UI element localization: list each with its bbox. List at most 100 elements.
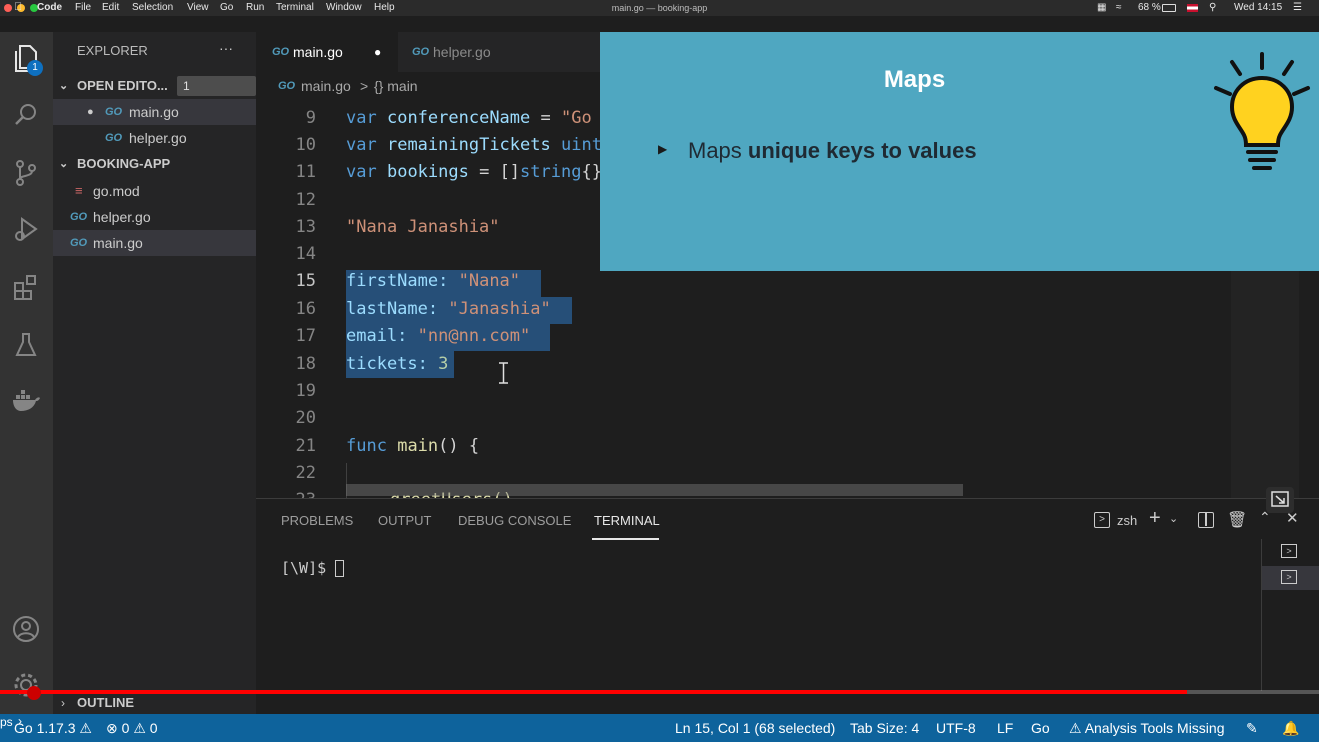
end-of-line[interactable]: LF	[997, 714, 1013, 742]
project-label: BOOKING-APP	[77, 156, 171, 171]
tab-size[interactable]: Tab Size: 4	[850, 714, 919, 742]
open-editor-name: helper.go	[129, 130, 187, 146]
breadcrumb-symbol[interactable]: {} main	[374, 72, 418, 100]
tab-problems[interactable]: PROBLEMS	[281, 513, 353, 528]
line-number: 9	[305, 108, 316, 128]
terminal-prompt[interactable]: [\W]$	[281, 559, 345, 577]
explorer-more-icon[interactable]: ···	[219, 40, 233, 56]
slide-bullet-rest: unique keys to values	[747, 138, 977, 163]
breadcrumb-separator: >	[360, 78, 369, 94]
open-editors-label: OPEN EDITO...	[77, 78, 168, 93]
line-number: 16	[295, 299, 316, 319]
split-terminal-icon[interactable]	[1198, 512, 1214, 528]
mac-menubar:  Code File Edit Selection View Go Run T…	[0, 0, 1319, 16]
terminal-icon: >	[1281, 570, 1297, 584]
keyboard-flag-icon[interactable]	[1187, 4, 1198, 12]
terminal-list-item[interactable]: >	[1262, 540, 1319, 564]
analysis-tools-text: Analysis Tools Missing	[1084, 720, 1225, 736]
lesson-slide-overlay: Maps ▶ Maps unique keys to values	[600, 32, 1319, 271]
run-debug-icon[interactable]	[9, 212, 43, 246]
breadcrumb-file[interactable]: main.go	[301, 72, 351, 100]
problems-indicator[interactable]: ⊗ 0 ⚠ 0	[106, 714, 158, 742]
file-item-main-go[interactable]: GO main.go	[53, 230, 256, 256]
explorer-title: EXPLORER	[77, 43, 148, 58]
keyword: var	[346, 108, 377, 128]
tab-main-go[interactable]: GO main.go ●	[256, 32, 398, 72]
analysis-tools[interactable]: ⚠ Analysis Tools Missing	[1069, 714, 1224, 742]
error-count: 0	[121, 720, 130, 736]
go-file-icon: GO	[70, 211, 88, 223]
code-line-17: email: "nn@nn.com"	[346, 326, 530, 346]
encoding[interactable]: UTF-8	[936, 714, 976, 742]
file-name: go.mod	[93, 183, 140, 199]
warning-icon: ⚠	[1069, 720, 1082, 736]
search-icon[interactable]	[9, 98, 43, 132]
tab-label: main.go	[293, 44, 343, 60]
terminal-icon[interactable]: >	[1094, 512, 1110, 528]
line-number: 22	[295, 463, 316, 483]
docker-icon[interactable]	[9, 384, 43, 418]
source-control-icon[interactable]	[9, 156, 43, 190]
file-item-helper-go[interactable]: GO helper.go	[53, 204, 256, 230]
mouse-ibeam-cursor	[499, 362, 508, 384]
video-scrub-handle[interactable]	[27, 686, 41, 700]
cursor-position[interactable]: Ln 15, Col 1 (68 selected)	[675, 714, 835, 742]
spotlight-search-icon[interactable]: ⚲	[1209, 2, 1216, 13]
identifier: bookings	[386, 162, 469, 182]
tab-helper-go[interactable]: GO helper.go	[398, 32, 538, 72]
screen-record-icon[interactable]: ▦	[1097, 2, 1106, 13]
language-mode[interactable]: Go	[1031, 714, 1050, 742]
line-number: 23	[256, 490, 316, 498]
terminal-list-item-active[interactable]: >	[1262, 566, 1319, 590]
open-editor-item-helper[interactable]: GO helper.go	[53, 125, 256, 151]
file-item-go-mod[interactable]: ≡ go.mod	[53, 178, 256, 204]
chevron-down-icon[interactable]: ⌄	[1169, 512, 1178, 525]
project-header[interactable]: ⌄ BOOKING-APP	[53, 151, 256, 177]
dirty-dot-icon[interactable]: ●	[374, 32, 381, 72]
error-icon: ⊗	[106, 720, 118, 736]
keyword: func	[346, 436, 387, 456]
string-literal: "Nana Janashia"	[346, 217, 500, 237]
open-editor-item-main[interactable]: ● GO main.go	[53, 99, 256, 125]
map-key: firstName:	[346, 271, 449, 291]
line-number: 21	[295, 436, 316, 456]
tab-debug-console[interactable]: DEBUG CONSOLE	[458, 513, 571, 528]
warning-count: 0	[149, 720, 158, 736]
go-version[interactable]: Go 1.17.3 ⚠	[14, 714, 92, 742]
horizontal-scrollbar[interactable]	[346, 484, 963, 496]
extensions-icon[interactable]	[9, 270, 43, 304]
active-tab-underline	[592, 538, 659, 540]
map-key: email:	[346, 326, 408, 346]
wifi-icon[interactable]: ≈	[1116, 2, 1122, 13]
notifications-bell-icon[interactable]: 🔔	[1282, 714, 1299, 742]
tab-terminal[interactable]: TERMINAL	[594, 513, 660, 528]
keyword: var	[346, 135, 377, 155]
explorer-icon[interactable]: 1	[9, 42, 43, 76]
go-file-icon: GO	[412, 46, 430, 58]
outline-label: OUTLINE	[77, 695, 135, 710]
line-number: 18	[295, 354, 316, 374]
control-center-icon[interactable]: ☰	[1293, 2, 1302, 13]
testing-flask-icon[interactable]	[9, 328, 43, 362]
map-key: tickets:	[346, 354, 428, 374]
code-line-13: "Nana Janashia"	[346, 217, 500, 237]
pip-expand-icon[interactable]	[1266, 487, 1294, 513]
feedback-icon[interactable]: ✎	[1246, 714, 1258, 742]
go-file-icon: GO	[272, 46, 290, 58]
accounts-icon[interactable]	[9, 612, 43, 646]
go-file-icon: GO	[105, 106, 123, 118]
video-progress-bar[interactable]	[0, 690, 1319, 694]
mod-file-icon: ≡	[75, 183, 83, 198]
trash-icon[interactable]: 🗑	[1227, 510, 1247, 530]
string-literal: "Nana"	[458, 271, 521, 291]
type: string	[520, 162, 582, 182]
terminal-icon: >	[1281, 544, 1297, 558]
explorer-sidebar: EXPLORER ··· ⌄ OPEN EDITO... 1 UNSAVED ●…	[53, 32, 256, 714]
line-number: 10	[295, 135, 316, 155]
code-line-16: lastName: "Janashia"	[346, 299, 551, 319]
string-literal: "Janashia"	[448, 299, 551, 319]
new-terminal-plus-icon[interactable]: +	[1149, 507, 1161, 530]
battery-icon[interactable]	[1162, 4, 1176, 12]
terminal-shell-name[interactable]: zsh	[1117, 513, 1137, 528]
tab-output[interactable]: OUTPUT	[378, 513, 431, 528]
